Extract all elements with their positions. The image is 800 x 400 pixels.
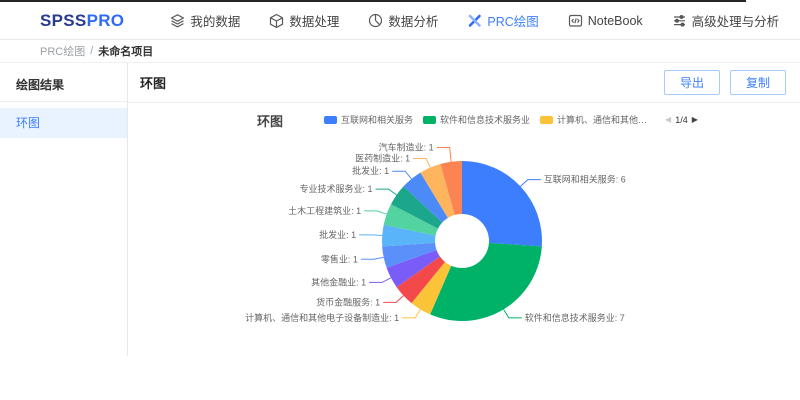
pie-chart-icon — [368, 13, 383, 28]
main-nav: 我的数据 数据处理 数据分析 PRC绘图 NoteBook 高级处理与分析 PR… — [170, 11, 800, 30]
nav-item-advanced-analysis[interactable]: 高级处理与分析 — [672, 11, 780, 30]
label-line — [376, 189, 397, 195]
cube-icon — [269, 13, 284, 28]
nav-item-my-data[interactable]: 我的数据 — [170, 11, 240, 30]
label-line — [392, 171, 411, 179]
slice-label: 批发业: 1 — [352, 165, 389, 176]
nav-label: 我的数据 — [190, 11, 240, 30]
nav-item-notebook[interactable]: NoteBook — [568, 13, 643, 28]
legend-swatch — [423, 116, 436, 124]
legend-swatch — [540, 116, 553, 124]
panel-title: 环图 — [140, 73, 166, 92]
navbar: SPSSPRO 我的数据 数据处理 数据分析 PRC绘图 NoteBook 高级… — [0, 2, 800, 40]
label-line — [437, 148, 451, 162]
label-line — [521, 180, 541, 187]
sliders-icon — [672, 13, 687, 28]
nav-item-data-processing[interactable]: 数据处理 — [269, 11, 339, 30]
legend-pagination: ◀ 1/4 ▶ — [665, 115, 698, 125]
legend-item[interactable]: 互联网和相关服务 — [324, 113, 413, 126]
nav-label: PRC绘图 — [487, 11, 538, 30]
nav-item-prc-plot[interactable]: PRC绘图 — [467, 11, 538, 30]
legend-page-indicator: 1/4 — [675, 115, 688, 125]
legend-next-icon[interactable]: ▶ — [692, 115, 698, 124]
breadcrumb-current: 未命名项目 — [98, 43, 153, 59]
legend-item[interactable]: 计算机、通信和其他电子设备制造业 — [540, 113, 653, 126]
nav-label: 数据分析 — [388, 11, 438, 30]
chart-title: 环图 — [257, 111, 283, 130]
donut-chart: 互联网和相关服务: 6 软件和信息技术服务业: 7 计算机、通信和其他电子设备制造业… — [128, 129, 799, 361]
slice-label: 零售业: 1 — [321, 253, 358, 264]
legend-prev-icon[interactable]: ◀ — [665, 115, 671, 124]
label-line — [369, 278, 391, 283]
nav-label: 高级处理与分析 — [692, 11, 780, 30]
label-line — [364, 211, 386, 214]
content-area: 绘图结果 环图 环图 导出 复制 环图 互联网和相关服务软件和信息技术服务业计算… — [0, 63, 800, 356]
slice-label: 土木工程建筑业: 1 — [288, 205, 361, 216]
export-button[interactable]: 导出 — [664, 70, 720, 95]
code-icon — [568, 13, 583, 28]
main-panel: 环图 导出 复制 环图 互联网和相关服务软件和信息技术服务业计算机、通信和其他电… — [128, 63, 800, 356]
app-logo[interactable]: SPSSPRO — [40, 11, 124, 31]
nav-item-data-analysis[interactable]: 数据分析 — [368, 11, 438, 30]
layers-icon — [170, 13, 185, 28]
slice-label: 其他金融业: 1 — [311, 276, 366, 287]
slice-label: 互联网和相关服务: 6 — [544, 174, 626, 185]
copy-button[interactable]: 复制 — [730, 70, 786, 95]
sidebar: 绘图结果 环图 — [0, 63, 128, 356]
slice-label: 软件和信息技术服务业: 7 — [525, 312, 625, 323]
label-line — [504, 309, 522, 318]
slice-label: 医药制造业: 1 — [355, 153, 410, 164]
chart-area: 环图 互联网和相关服务 软件和信息技术服务业 计算机、通信和其他电子设备制造业 ◀ … — [128, 103, 800, 361]
slice-label: 专业技术服务业: 1 — [299, 183, 372, 194]
sidebar-title: 绘图结果 — [0, 67, 127, 102]
panel-header: 环图 导出 复制 — [128, 63, 800, 103]
legend-label: 计算机、通信和其他电子设备制造业 — [557, 113, 653, 126]
slice-label: 汽车制造业: 1 — [379, 142, 434, 153]
breadcrumb: PRC绘图 / 未命名项目 — [0, 40, 800, 63]
label-line — [402, 309, 420, 318]
label-line — [361, 257, 384, 259]
legend-label: 互联网和相关服务 — [341, 113, 413, 126]
legend-item[interactable]: 软件和信息技术服务业 — [423, 113, 530, 126]
donut-hole — [435, 214, 489, 268]
breadcrumb-parent[interactable]: PRC绘图 — [40, 43, 85, 59]
label-line — [359, 235, 382, 236]
slice-label: 计算机、通信和其他电子设备制造业: 1 — [245, 312, 399, 323]
slice-label: 货币金融服务: 1 — [316, 296, 380, 307]
slice-label: 批发业: 1 — [319, 229, 356, 240]
chart-legend: 互联网和相关服务 软件和信息技术服务业 计算机、通信和其他电子设备制造业 ◀ 1/4… — [324, 113, 698, 126]
draw-icon — [467, 13, 482, 28]
label-line — [413, 159, 430, 168]
legend-swatch — [324, 116, 337, 124]
legend-label: 软件和信息技术服务业 — [440, 113, 530, 126]
label-line — [383, 296, 403, 303]
breadcrumb-separator: / — [90, 45, 93, 57]
nav-label: NoteBook — [588, 14, 643, 28]
nav-label: 数据处理 — [289, 11, 339, 30]
sidebar-item-donut-chart[interactable]: 环图 — [0, 108, 127, 138]
